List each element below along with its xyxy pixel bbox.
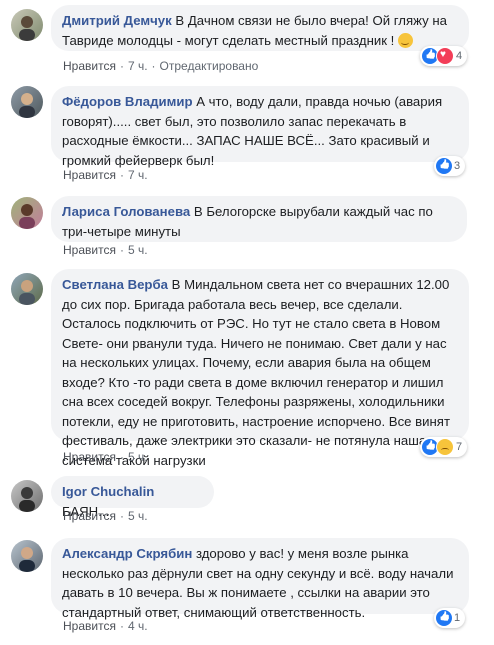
comment-text-line: расходные ёмкости... ЗАПАС НАШЕ ВСЁ... З…: [62, 133, 430, 148]
comment-author[interactable]: Дмитрий Демчук: [62, 13, 172, 28]
comment-text-line: потекли, еду не приготовить, настроение …: [62, 413, 450, 429]
comment-bubble: Фёдоров Владимир А что, воду дали, правд…: [51, 86, 469, 168]
reaction-count: 4: [456, 50, 463, 62]
like-button[interactable]: Нравится: [63, 243, 116, 257]
comment-bubble: Александр Скрябин здорово у вас! у меня …: [51, 538, 469, 620]
comment-text-line: Свете- они рванули туда. Ничего не поним…: [62, 335, 447, 351]
smile-emoji-icon: [398, 32, 414, 48]
comment-actions: Нравится · 5 ч.: [63, 509, 148, 523]
timestamp[interactable]: 5 ч.: [128, 450, 148, 464]
comment-author[interactable]: Лариса Голованева: [62, 204, 190, 219]
timestamp[interactable]: 7 ч.: [128, 168, 148, 182]
comment-actions: Нравится · 7 ч. · Отредактировано: [63, 59, 259, 73]
sad-icon: [436, 438, 454, 456]
edited-label: Отредактировано: [159, 59, 259, 73]
love-icon: [436, 47, 454, 65]
comment-text-line: три-четыре минуты: [62, 223, 181, 239]
avatar[interactable]: [11, 273, 43, 305]
comment-text-line: фестиваль, даже электрики это сказали- н…: [62, 433, 427, 448]
avatar[interactable]: [11, 9, 43, 41]
comment-text-line: В Белогорске вырубали каждый час по: [193, 204, 433, 219]
comment-text-line: Осталось подключить от РЭС. Но тут не ст…: [62, 316, 441, 331]
comment-bubble: Igor Chuchalin БАЯН...: [51, 476, 214, 519]
comment-text-line: В Дачном связи не было вчера! Ой гляжу н…: [175, 13, 447, 28]
comment-author[interactable]: Светлана Верба: [62, 277, 168, 292]
reaction-count: 1: [454, 612, 461, 624]
comment-text-line: давать в 10 вечера. Вы ж понимаете , ссы…: [62, 585, 430, 600]
comment-bubble: Светлана Верба В Миндальном света нет со…: [51, 269, 469, 468]
reaction-count: 7: [456, 441, 463, 453]
comment-actions: Нравится · 4 ч.: [63, 619, 148, 633]
comment-text-line: на нескольких улицах. Почему, если авари…: [62, 355, 431, 370]
comment-author[interactable]: Igor Chuchalin: [62, 484, 154, 499]
comment-text-line: В Миндальном света нет со вчерашних 12.0…: [171, 277, 450, 292]
timestamp[interactable]: 5 ч.: [128, 509, 148, 523]
comment-text-line: несколько раз дёрнули свет на одну секун…: [62, 565, 454, 581]
comment-bubble: Лариса Голованева В Белогорске вырубали …: [51, 196, 467, 242]
comment-text-line: громкий фейерверк был!: [62, 152, 215, 168]
timestamp[interactable]: 7 ч.: [128, 59, 148, 73]
comment-text-line: Тавриде молодцы - могут сделать местный …: [62, 32, 395, 48]
avatar[interactable]: [11, 86, 43, 118]
reaction-summary[interactable]: 1: [434, 608, 466, 628]
comment-text-line: входе? Кто -то ради света в доме включил…: [62, 374, 444, 390]
reaction-summary[interactable]: 4: [420, 46, 468, 66]
comment-text-line: до сих пор. Бригада работала весь вечер,…: [62, 296, 403, 312]
like-icon: [436, 610, 452, 626]
avatar[interactable]: [11, 480, 43, 512]
avatar[interactable]: [11, 197, 43, 229]
reaction-summary[interactable]: 7: [420, 437, 468, 457]
comment-text-line: говорят)..... свет был, это позволило за…: [62, 113, 407, 129]
timestamp[interactable]: 5 ч.: [128, 243, 148, 257]
like-button[interactable]: Нравится: [63, 619, 116, 633]
like-button[interactable]: Нравится: [63, 59, 116, 73]
comment-actions: Нравится · 5 ч.: [63, 450, 148, 464]
like-button[interactable]: Нравится: [63, 450, 116, 464]
comment-text-line: стандартный ответ, снимающий ответственн…: [62, 604, 366, 620]
comment-bubble: Дмитрий Демчук В Дачном связи не было вч…: [51, 5, 469, 51]
reaction-count: 3: [454, 160, 461, 172]
comment-actions: Нравится · 5 ч.: [63, 243, 148, 257]
comment-text-line: сна всех соседей вокруг. Телефоны разряж…: [62, 394, 445, 409]
comment-actions: Нравится · 7 ч.: [63, 168, 148, 182]
reaction-summary[interactable]: 3: [434, 156, 466, 176]
comment-text-line: здорово у вас! у меня возле рынка: [195, 546, 409, 561]
comment-text-line: А что, воду дали, правда ночью (авария: [196, 94, 443, 109]
like-button[interactable]: Нравится: [63, 509, 116, 523]
timestamp[interactable]: 4 ч.: [128, 619, 148, 633]
comment-author[interactable]: Александр Скрябин: [62, 546, 192, 561]
like-button[interactable]: Нравится: [63, 168, 116, 182]
comment-author[interactable]: Фёдоров Владимир: [62, 94, 193, 109]
avatar[interactable]: [11, 540, 43, 572]
like-icon: [436, 158, 452, 174]
